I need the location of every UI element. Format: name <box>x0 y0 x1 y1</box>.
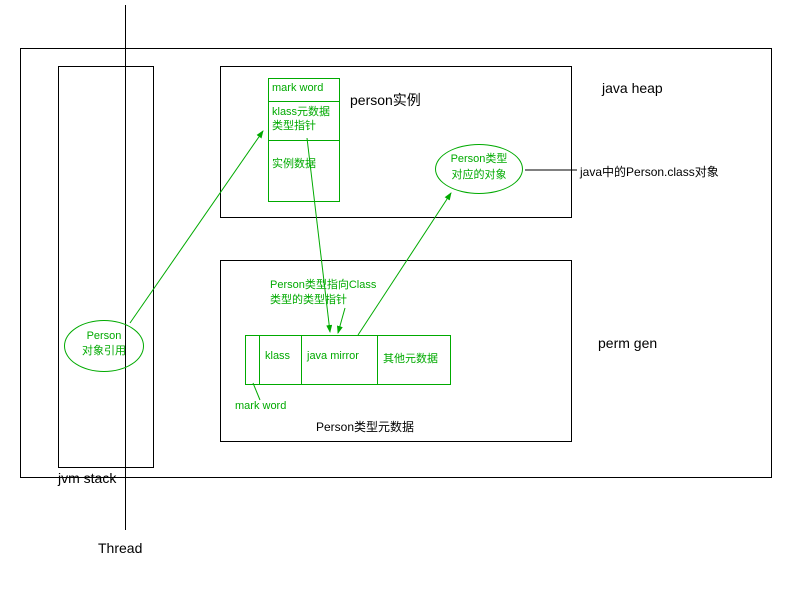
person-metadata-label: Person类型元数据 <box>316 418 414 435</box>
person-type-line2: 对应的对象 <box>452 169 507 181</box>
jvm-stack-box <box>58 66 154 468</box>
person-class-label: java中的Person.class对象 <box>580 163 719 180</box>
markword-pointer-label: mark word <box>235 400 286 412</box>
thread-label: Thread <box>98 540 142 556</box>
meta-other-cell: 其他元数据 <box>378 336 450 384</box>
class-pointer-text: Person类型指向Class 类型的类型指针 <box>270 278 376 308</box>
person-type-line1: Person类型 <box>451 153 508 165</box>
ptr-text-line1: Person类型指向Class <box>270 279 376 291</box>
instance-data-cell: 实例数据 <box>269 141 339 174</box>
ptr-text-line2: 类型的类型指针 <box>270 294 347 306</box>
meta-klass-cell: klass <box>260 336 302 384</box>
meta-java-mirror-cell: java mirror <box>302 336 378 384</box>
java-heap-label: java heap <box>602 80 663 96</box>
person-type-object-ellipse: Person类型 对应的对象 <box>435 144 523 194</box>
person-metadata-table: klass java mirror 其他元数据 <box>245 335 451 385</box>
person-instance-table: mark word klass元数据类型指针 实例数据 <box>268 78 340 202</box>
perm-gen-label: perm gen <box>598 335 657 351</box>
klass-meta-cell: klass元数据类型指针 <box>269 102 339 141</box>
person-ref-line2: 对象引用 <box>82 345 126 357</box>
jvm-stack-label: jvm stack <box>58 470 116 486</box>
person-reference-ellipse: Person 对象引用 <box>64 320 144 372</box>
meta-markword-cell <box>246 336 260 384</box>
person-ref-line1: Person <box>87 330 122 342</box>
person-instance-label: person实例 <box>350 90 421 110</box>
mark-word-cell: mark word <box>269 79 339 102</box>
